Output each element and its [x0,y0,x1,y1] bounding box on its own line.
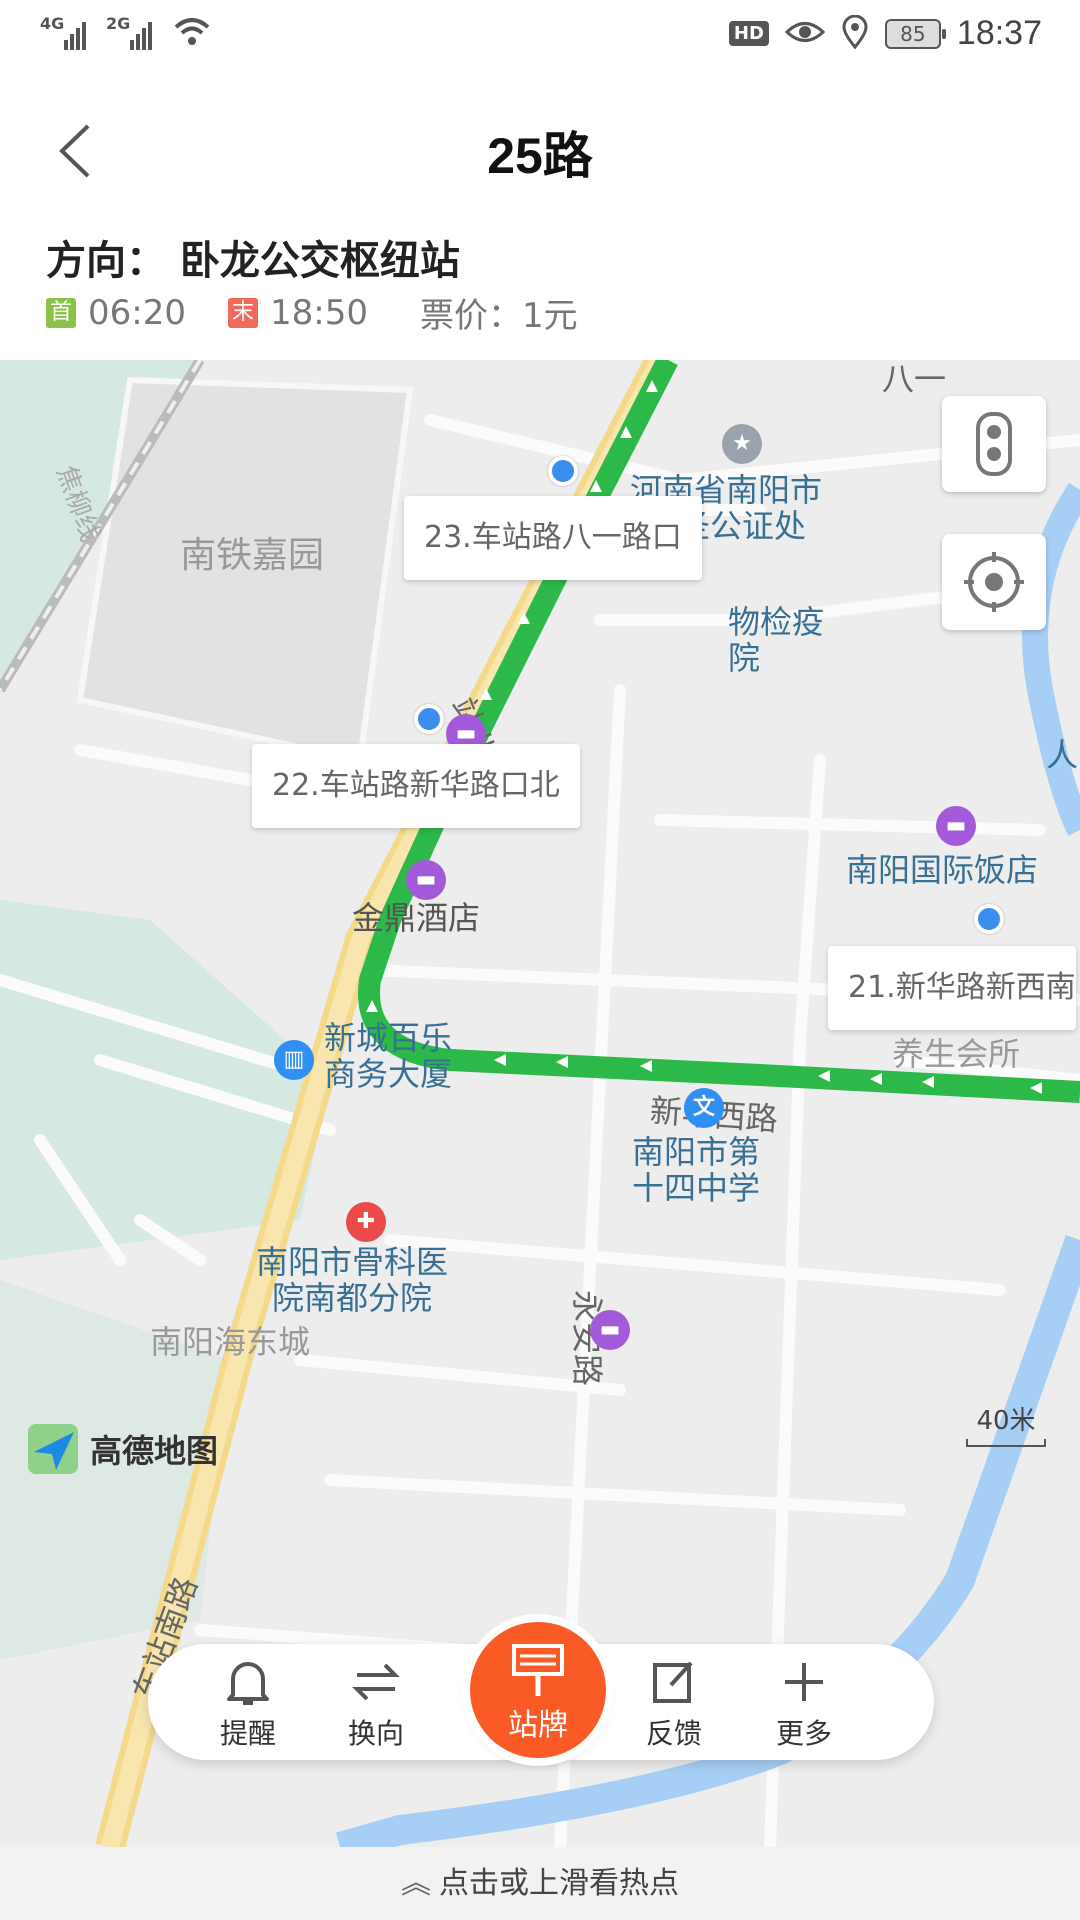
bus-stop-sign-button[interactable]: 站牌 [470,1622,606,1758]
more-button[interactable]: 更多 [754,1652,854,1752]
poi-hospital[interactable]: 南阳市骨科医 院南都分院 [256,1244,448,1316]
map-brand: 高德地图 [26,1422,218,1476]
first-bus-time: 06:20 [88,292,186,333]
page-title: 25路 [487,128,593,184]
status-right: HD 85 18:37 [728,14,1042,53]
stop-card-23[interactable]: 23.车站路八一路口 [404,496,702,580]
scale-bar [966,1439,1046,1447]
last-bus-tag: 末 [227,297,258,328]
feedback-label: 反馈 [645,1717,702,1750]
battery-icon: 85 [884,18,946,49]
first-bus-tag: 首 [46,297,76,328]
scale-label: 40米 [976,1406,1036,1436]
signal-2g-icon: 2G [106,14,154,54]
map-scale: 40米 [966,1400,1046,1447]
poi-residence[interactable]: 南铁嘉园 [180,538,324,574]
street-label-bayi: 八一 [882,360,947,398]
stop-marker[interactable] [414,704,444,734]
remind-button[interactable]: 提醒 [198,1652,298,1752]
brand-label: 高德地图 [90,1432,219,1470]
fare-info: 票价：1元 [419,296,578,336]
hotel-poi-icon[interactable]: ▬ [406,860,446,900]
hotspot-hint-bar[interactable]: ︽ 点击或上滑看热点 [0,1847,1080,1920]
double-chevron-up-icon: ︽ [401,1866,431,1901]
swap-icon [352,1663,400,1701]
more-label: 更多 [775,1717,832,1750]
poi-jinding-hotel[interactable]: 金鼎酒店 [352,900,480,936]
stop-marker[interactable] [974,904,1004,934]
poi-school[interactable]: 南阳市第 十四中学 [632,1134,760,1206]
poi-intl-hotel[interactable]: 南阳国际饭店 [846,852,1038,888]
bus-sign-icon [512,1644,564,1696]
poi-bottom-partial[interactable]: 南阳海东城 [150,1324,310,1360]
header: 25路 [0,76,1080,226]
bus-sign-label: 站牌 [508,1708,568,1743]
hotel-poi-icon[interactable]: ▬ [590,1310,630,1350]
wifi-icon [172,15,212,53]
last-bus-time: 18:50 [269,292,368,333]
switch-direction-button[interactable]: 换向 [326,1652,426,1752]
locate-button[interactable] [942,534,1046,630]
locate-icon [964,552,1024,612]
route-direction: 方向： 卧龙公交枢纽站 [46,238,460,284]
eye-icon [784,17,826,51]
status-left: 4G 2G [40,14,212,54]
star-poi-icon[interactable]: ★ [722,424,762,464]
location-icon [841,14,869,53]
route-info-row: 首 06:20 末 18:50 票价：1元 [46,288,578,337]
building-poi-icon[interactable]: ▥ [274,1040,314,1080]
school-poi-icon[interactable]: 文 [684,1088,724,1128]
switch-label: 换向 [347,1717,404,1750]
hotspot-hint-label: 点击或上滑看热点 [439,1866,679,1901]
hotel-poi-icon[interactable]: ▬ [936,806,976,846]
status-bar: 4G 2G HD 85 18:37 [0,0,1080,76]
poi-spa[interactable]: 养生会所 [892,1036,1020,1072]
signal-4g-icon: 4G [40,14,88,54]
poi-xincheng[interactable]: 新城百乐 商务大厦 [324,1020,452,1092]
edit-icon [653,1661,693,1703]
plus-icon [785,1663,823,1701]
bell-icon [227,1662,269,1705]
street-label-ren: 人 [1046,736,1079,774]
hospital-poi-icon[interactable]: ✚ [346,1202,386,1242]
feedback-button[interactable]: 反馈 [624,1652,724,1752]
stop-marker[interactable] [548,456,578,486]
traffic-toggle-button[interactable] [942,396,1046,492]
traffic-light-icon [976,412,1012,476]
amap-logo-icon [28,1424,78,1474]
stop-card-22[interactable]: 22.车站路新华路口北 [252,744,580,828]
poi-quarantine[interactable]: 物检疫 院 [728,604,824,676]
hd-badge: HD [728,21,769,46]
stop-card-21[interactable]: 21.新华路新西南 [828,946,1076,1030]
status-time: 18:37 [956,14,1042,52]
remind-label: 提醒 [219,1717,276,1750]
